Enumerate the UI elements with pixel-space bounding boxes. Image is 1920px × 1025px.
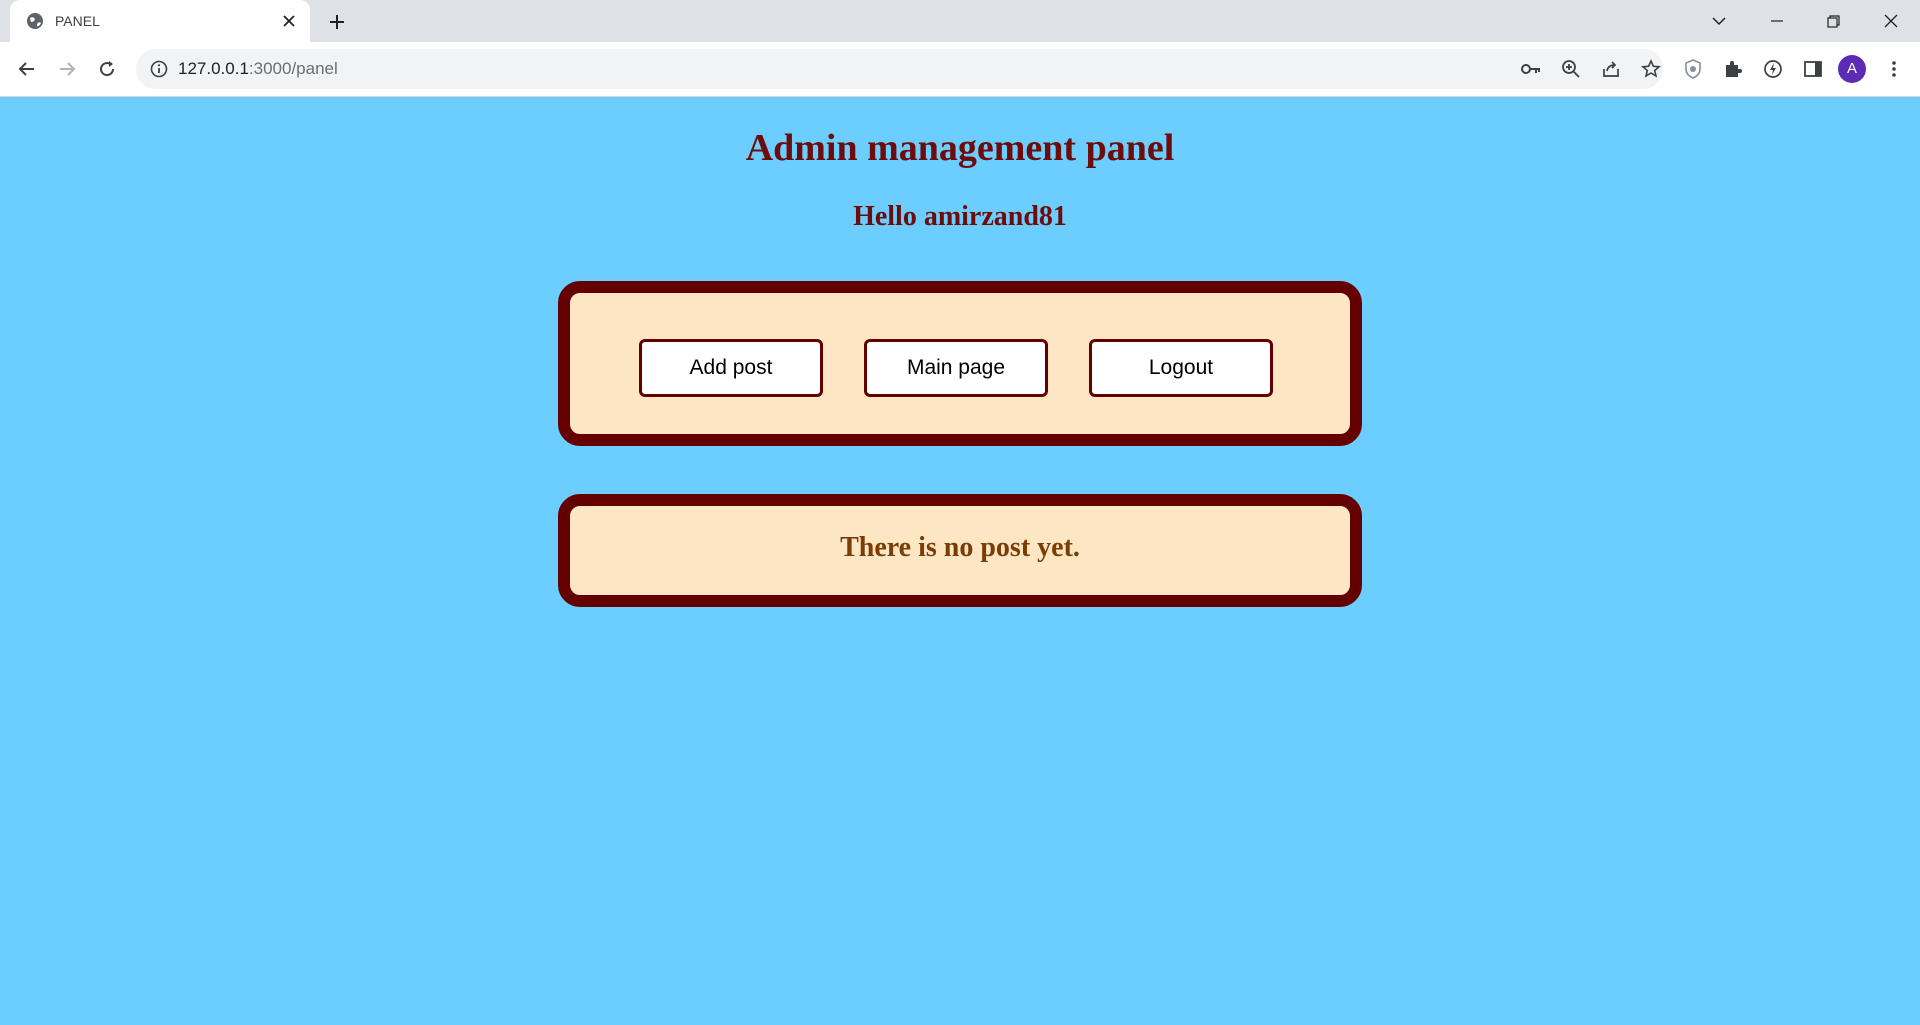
close-tab-icon[interactable]: [280, 12, 298, 30]
side-panel-icon[interactable]: [1799, 55, 1827, 83]
minimize-icon[interactable]: [1762, 6, 1792, 36]
more-menu-icon[interactable]: [1880, 55, 1908, 83]
zoom-icon[interactable]: [1560, 58, 1582, 80]
site-info-icon[interactable]: [150, 60, 168, 78]
close-window-icon[interactable]: [1876, 6, 1906, 36]
url-text: 127.0.0.1:3000/panel: [178, 59, 338, 79]
back-arrow-icon[interactable]: [12, 54, 42, 84]
share-icon[interactable]: [1600, 58, 1622, 80]
key-icon[interactable]: [1520, 58, 1542, 80]
greeting-text: Hello amirzand81: [853, 201, 1067, 232]
browser-tab[interactable]: PANEL: [10, 0, 310, 42]
restore-icon[interactable]: [1818, 6, 1848, 36]
main-page-button[interactable]: Main page: [864, 339, 1048, 397]
add-post-button[interactable]: Add post: [639, 339, 823, 397]
tab-search-icon[interactable]: [1704, 6, 1734, 36]
extensions-puzzle-icon[interactable]: [1719, 55, 1747, 83]
browser-toolbar: 127.0.0.1:3000/panel A: [0, 42, 1920, 97]
profile-avatar[interactable]: A: [1838, 55, 1866, 83]
logout-button[interactable]: Logout: [1089, 339, 1273, 397]
shield-extension-icon[interactable]: [1679, 55, 1707, 83]
address-bar[interactable]: 127.0.0.1:3000/panel: [136, 49, 1663, 89]
new-tab-icon[interactable]: [325, 10, 349, 34]
tab-title: PANEL: [55, 13, 100, 29]
reload-icon[interactable]: [92, 54, 122, 84]
empty-posts-message: There is no post yet.: [840, 532, 1080, 563]
tab-strip: PANEL: [0, 0, 1920, 42]
performance-icon[interactable]: [1759, 55, 1787, 83]
page-title: Admin management panel: [745, 127, 1175, 169]
globe-icon: [26, 12, 44, 30]
bookmark-star-icon[interactable]: [1640, 58, 1662, 80]
posts-panel: There is no post yet.: [558, 494, 1362, 607]
url-path: :3000/panel: [248, 59, 338, 78]
url-host: 127.0.0.1: [178, 59, 249, 78]
forward-arrow-icon[interactable]: [52, 54, 82, 84]
page-content: Admin management panel Hello amirzand81 …: [0, 97, 1920, 1025]
actions-panel: Add post Main page Logout: [558, 281, 1362, 446]
